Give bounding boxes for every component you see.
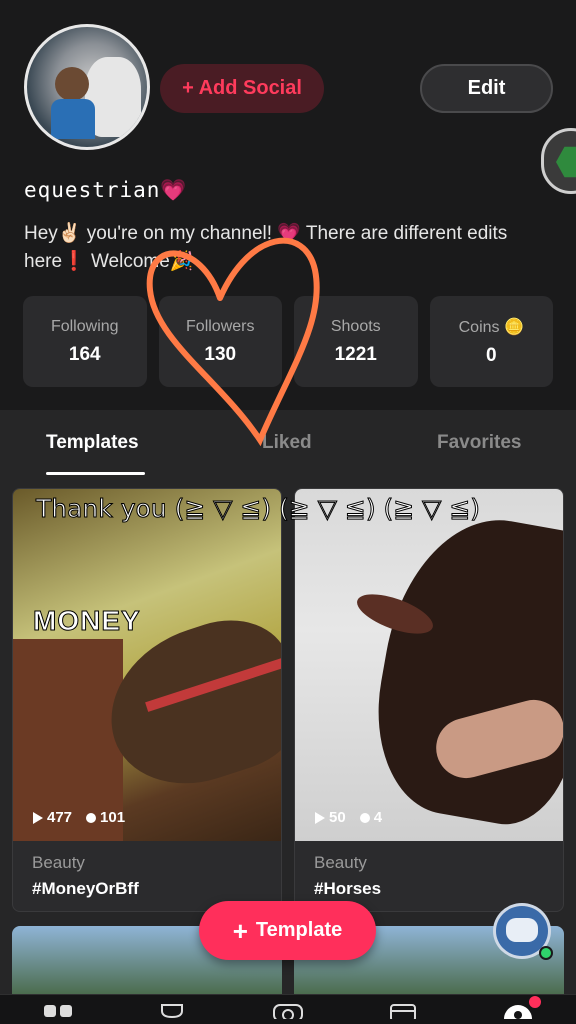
stat-label: Following xyxy=(50,317,119,335)
play-count: 50 xyxy=(315,809,346,826)
bot-face xyxy=(506,918,538,942)
tab-liked[interactable]: Liked xyxy=(262,432,312,454)
assistant-bot-icon[interactable] xyxy=(493,903,553,960)
bio-text: Hey✌🏻 you're on my channel! 💗 There are … xyxy=(24,223,508,272)
template-card[interactable]: MONEY 477 101 Beauty #MoneyOrBff xyxy=(12,488,282,912)
profile-header: + Add Social Edit equestrian💗 Hey✌🏻 you'… xyxy=(0,0,576,410)
like-dot-icon xyxy=(86,812,97,823)
add-social-button[interactable]: + Add Social xyxy=(160,64,324,113)
camera-icon[interactable] xyxy=(272,1003,304,1024)
stats-row: Following 164 Followers 130 Shoots 1221 … xyxy=(23,296,553,387)
stat-value: 0 xyxy=(485,344,497,366)
like-dot-icon xyxy=(359,812,370,823)
tab-bar: Templates Liked Favorites xyxy=(0,410,576,480)
avatar-jacket xyxy=(51,99,95,139)
profile-icon[interactable] xyxy=(502,1003,534,1024)
card-tag[interactable]: #MoneyOrBff xyxy=(32,879,139,899)
like-count: 101 xyxy=(86,809,125,826)
thumb-horse-mane xyxy=(360,503,563,835)
card-category: Beauty xyxy=(32,853,85,872)
card-thumbnail xyxy=(295,489,563,841)
card-stats: 50 4 xyxy=(315,809,382,826)
stat-following[interactable]: Following 164 xyxy=(23,296,147,387)
stat-value: 130 xyxy=(204,343,237,365)
stat-coins[interactable]: Coins 🪙 0 xyxy=(429,296,553,387)
username: equestrian💗 xyxy=(24,178,188,202)
card-tag[interactable]: #Horses xyxy=(314,879,381,899)
card-stats: 477 101 xyxy=(33,809,125,826)
card-category: Beauty xyxy=(314,853,367,872)
like-count-value: 101 xyxy=(100,809,126,826)
thumb-caption: MONEY xyxy=(33,605,141,637)
calendar-icon[interactable] xyxy=(387,1003,419,1024)
avatar-rider xyxy=(55,67,89,101)
like-count: 4 xyxy=(359,809,383,826)
notification-dot xyxy=(529,996,541,1008)
stat-value: 1221 xyxy=(334,343,377,365)
like-count-value: 4 xyxy=(373,809,383,826)
template-card[interactable]: 50 4 Beauty #Horses xyxy=(294,488,564,912)
create-template-button[interactable]: + Template xyxy=(199,901,376,960)
stat-value: 164 xyxy=(68,343,101,365)
stat-label: Coins 🪙 xyxy=(458,318,524,336)
stat-shoots[interactable]: Shoots 1221 xyxy=(294,296,418,387)
bottom-nav xyxy=(0,994,576,1024)
template-button-label: Template xyxy=(255,919,343,941)
play-icon xyxy=(315,811,325,824)
stat-followers[interactable]: Followers 130 xyxy=(158,296,282,387)
hexagon-badge-icon[interactable] xyxy=(541,128,576,194)
hexagon-shape xyxy=(556,146,576,178)
plus-icon: + xyxy=(232,915,248,946)
tab-active-indicator xyxy=(46,472,145,475)
trophy-icon[interactable] xyxy=(156,1003,188,1024)
edit-profile-button[interactable]: Edit xyxy=(420,64,553,113)
play-icon xyxy=(33,811,43,824)
tab-favorites[interactable]: Favorites xyxy=(437,432,521,454)
online-indicator xyxy=(539,946,553,960)
play-count-value: 50 xyxy=(329,809,346,826)
play-count-value: 477 xyxy=(47,809,73,826)
overlay-thank-you-text: Thank you (≧ ▽ ≦) (≧ ▽ ≦) (≧ ▽ ≦) xyxy=(35,494,481,524)
card-thumbnail: MONEY xyxy=(13,489,281,841)
stat-label: Followers xyxy=(186,317,255,335)
home-icon[interactable] xyxy=(42,1003,74,1024)
stat-label: Shoots xyxy=(330,317,381,335)
play-count: 477 xyxy=(33,809,72,826)
avatar[interactable] xyxy=(24,24,150,150)
tab-templates[interactable]: Templates xyxy=(46,432,139,454)
